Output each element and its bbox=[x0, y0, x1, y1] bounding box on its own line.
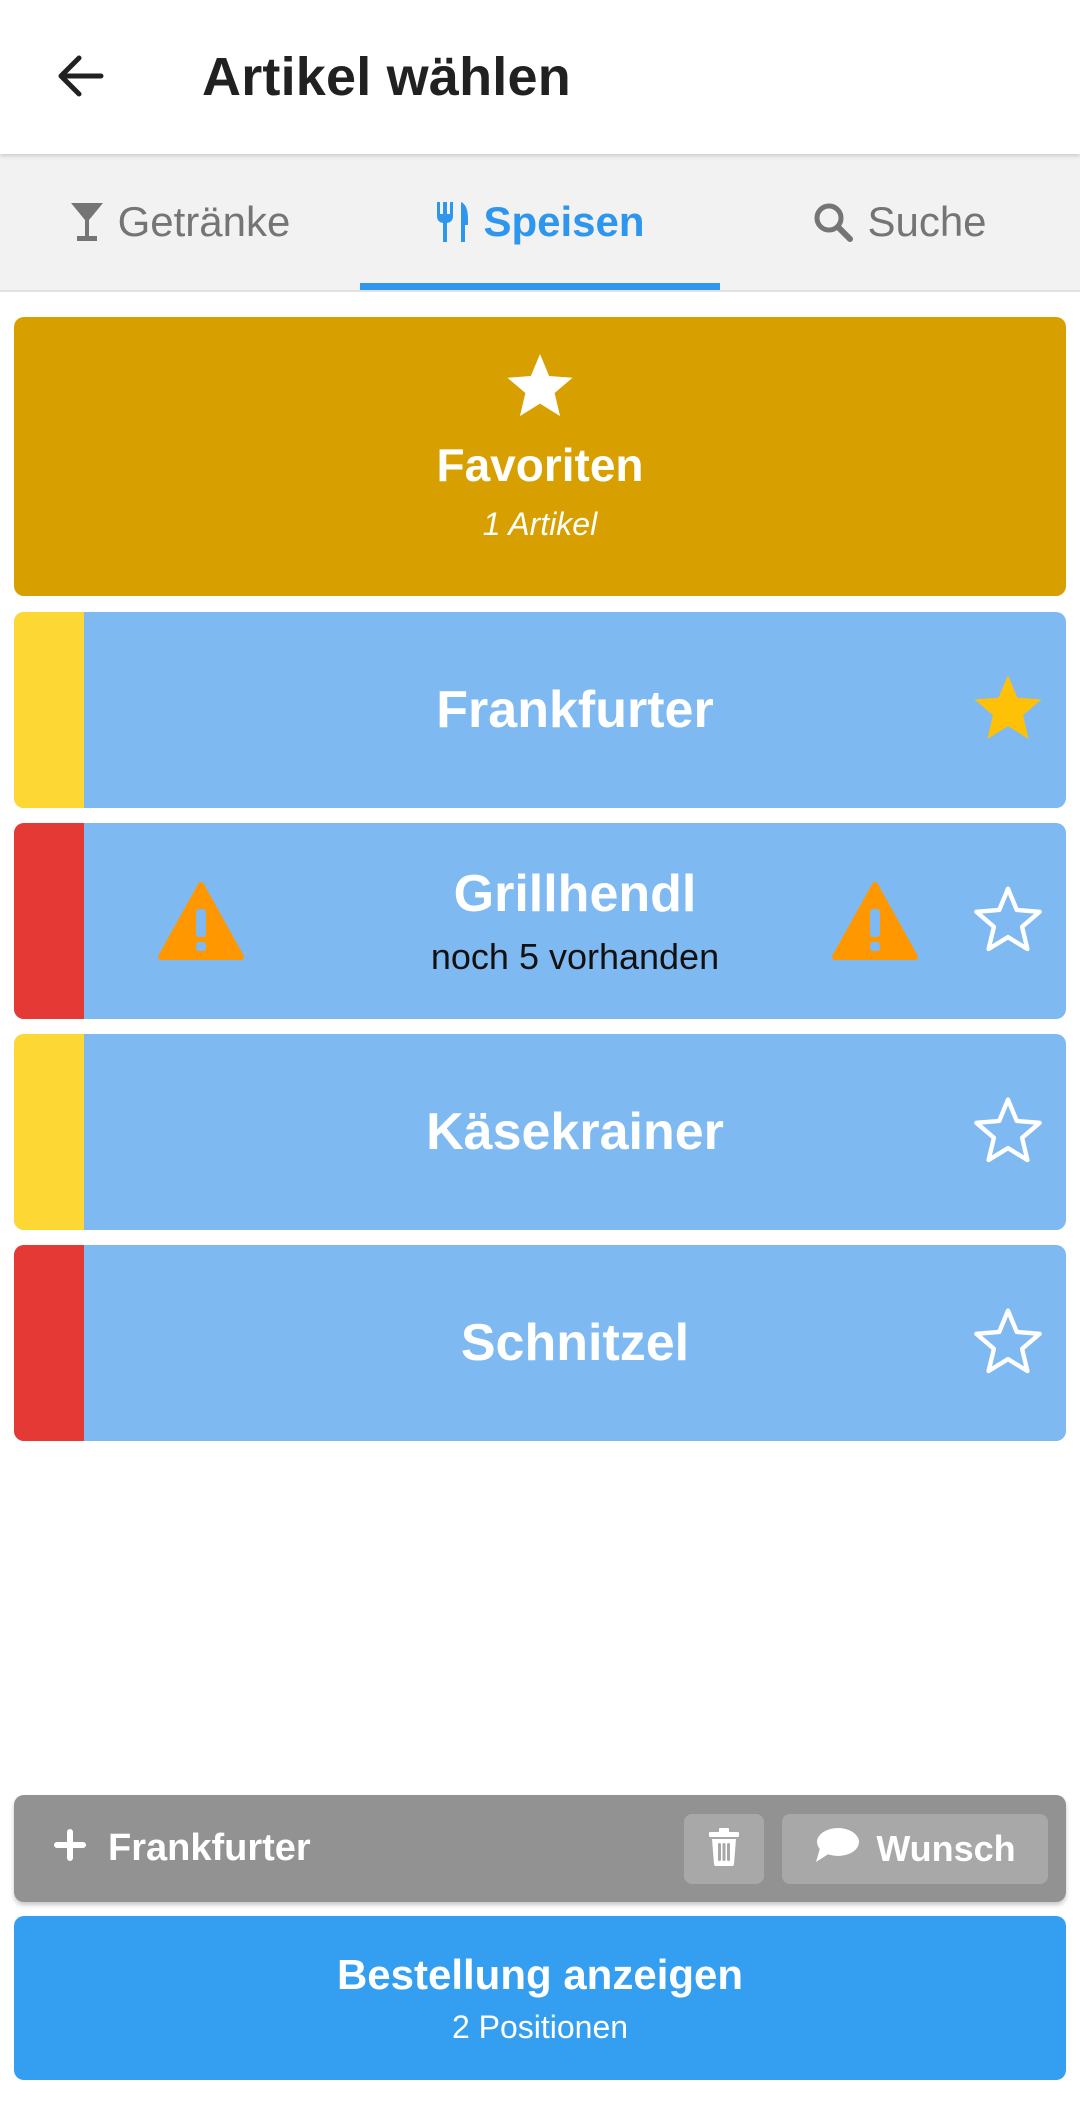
show-order-button[interactable]: Bestellung anzeigen 2 Positionen bbox=[14, 1916, 1066, 2080]
item-card-frankfurter[interactable]: Frankfurter bbox=[14, 612, 1066, 808]
tab-label: Getränke bbox=[117, 198, 291, 245]
order-position-count: 2 Positionen bbox=[451, 2008, 629, 2045]
item-category-stripe bbox=[14, 1034, 84, 1230]
cocktail-glass-icon bbox=[70, 202, 104, 242]
favorites-card[interactable]: Favoriten 1 Artikel bbox=[14, 317, 1066, 596]
comment-icon bbox=[814, 1826, 860, 1873]
favorites-count: 1 Artikel bbox=[482, 506, 598, 542]
favorite-toggle[interactable] bbox=[970, 1094, 1046, 1170]
page-title: Artikel wählen bbox=[202, 47, 571, 107]
arrow-left-icon bbox=[55, 54, 105, 103]
tab-suche[interactable]: Suche bbox=[720, 154, 1080, 290]
active-tab-indicator bbox=[360, 283, 720, 290]
star-outline-icon bbox=[970, 1094, 1046, 1171]
app-bar: Artikel wählen bbox=[0, 0, 1080, 154]
item-card-schnitzel[interactable]: Schnitzel bbox=[14, 1245, 1066, 1441]
favorite-toggle[interactable] bbox=[970, 883, 1046, 959]
warning-icon bbox=[832, 881, 918, 961]
item-name: Schnitzel bbox=[460, 1314, 690, 1372]
star-outline-icon bbox=[970, 883, 1046, 960]
item-card-grillhendl[interactable]: Grillhendl noch 5 vorhanden bbox=[14, 823, 1066, 1019]
star-outline-icon bbox=[970, 1305, 1046, 1382]
trash-icon bbox=[708, 1827, 740, 1871]
star-icon bbox=[503, 351, 577, 426]
item-stock-status: noch 5 vorhanden bbox=[430, 936, 720, 977]
current-item-label: Frankfurter bbox=[108, 1827, 311, 1869]
item-category-stripe bbox=[14, 823, 84, 1019]
utensils-icon bbox=[435, 201, 469, 243]
back-button[interactable] bbox=[40, 38, 120, 118]
item-category-stripe bbox=[14, 612, 84, 808]
add-item-button[interactable] bbox=[44, 1821, 96, 1873]
favorite-toggle[interactable] bbox=[970, 672, 1046, 748]
plus-icon bbox=[54, 1828, 86, 1866]
screen: Artikel wählen Getränke Speisen Suche Fa… bbox=[0, 0, 1080, 2109]
current-item-bar: Frankfurter Wunsch bbox=[14, 1795, 1066, 1902]
item-name: Grillhendl bbox=[453, 865, 697, 923]
item-category-stripe bbox=[14, 1245, 84, 1441]
wish-label: Wunsch bbox=[876, 1828, 1016, 1869]
favorite-toggle[interactable] bbox=[970, 1305, 1046, 1381]
tab-label: Suche bbox=[867, 198, 987, 245]
tab-speisen[interactable]: Speisen bbox=[360, 154, 720, 290]
warning-icon bbox=[158, 881, 244, 961]
delete-button[interactable] bbox=[684, 1814, 764, 1884]
item-name: Käsekrainer bbox=[426, 1103, 724, 1161]
favorites-title: Favoriten bbox=[436, 439, 644, 491]
item-card-kaesekrainer[interactable]: Käsekrainer bbox=[14, 1034, 1066, 1230]
order-title: Bestellung anzeigen bbox=[336, 1950, 744, 1998]
star-filled-icon bbox=[970, 672, 1046, 749]
wish-button[interactable]: Wunsch bbox=[782, 1814, 1048, 1884]
search-icon bbox=[813, 202, 854, 242]
category-tabs: Getränke Speisen Suche bbox=[0, 154, 1080, 292]
tab-getraenke[interactable]: Getränke bbox=[0, 154, 360, 290]
tab-label: Speisen bbox=[483, 198, 645, 245]
item-name: Frankfurter bbox=[436, 681, 714, 739]
